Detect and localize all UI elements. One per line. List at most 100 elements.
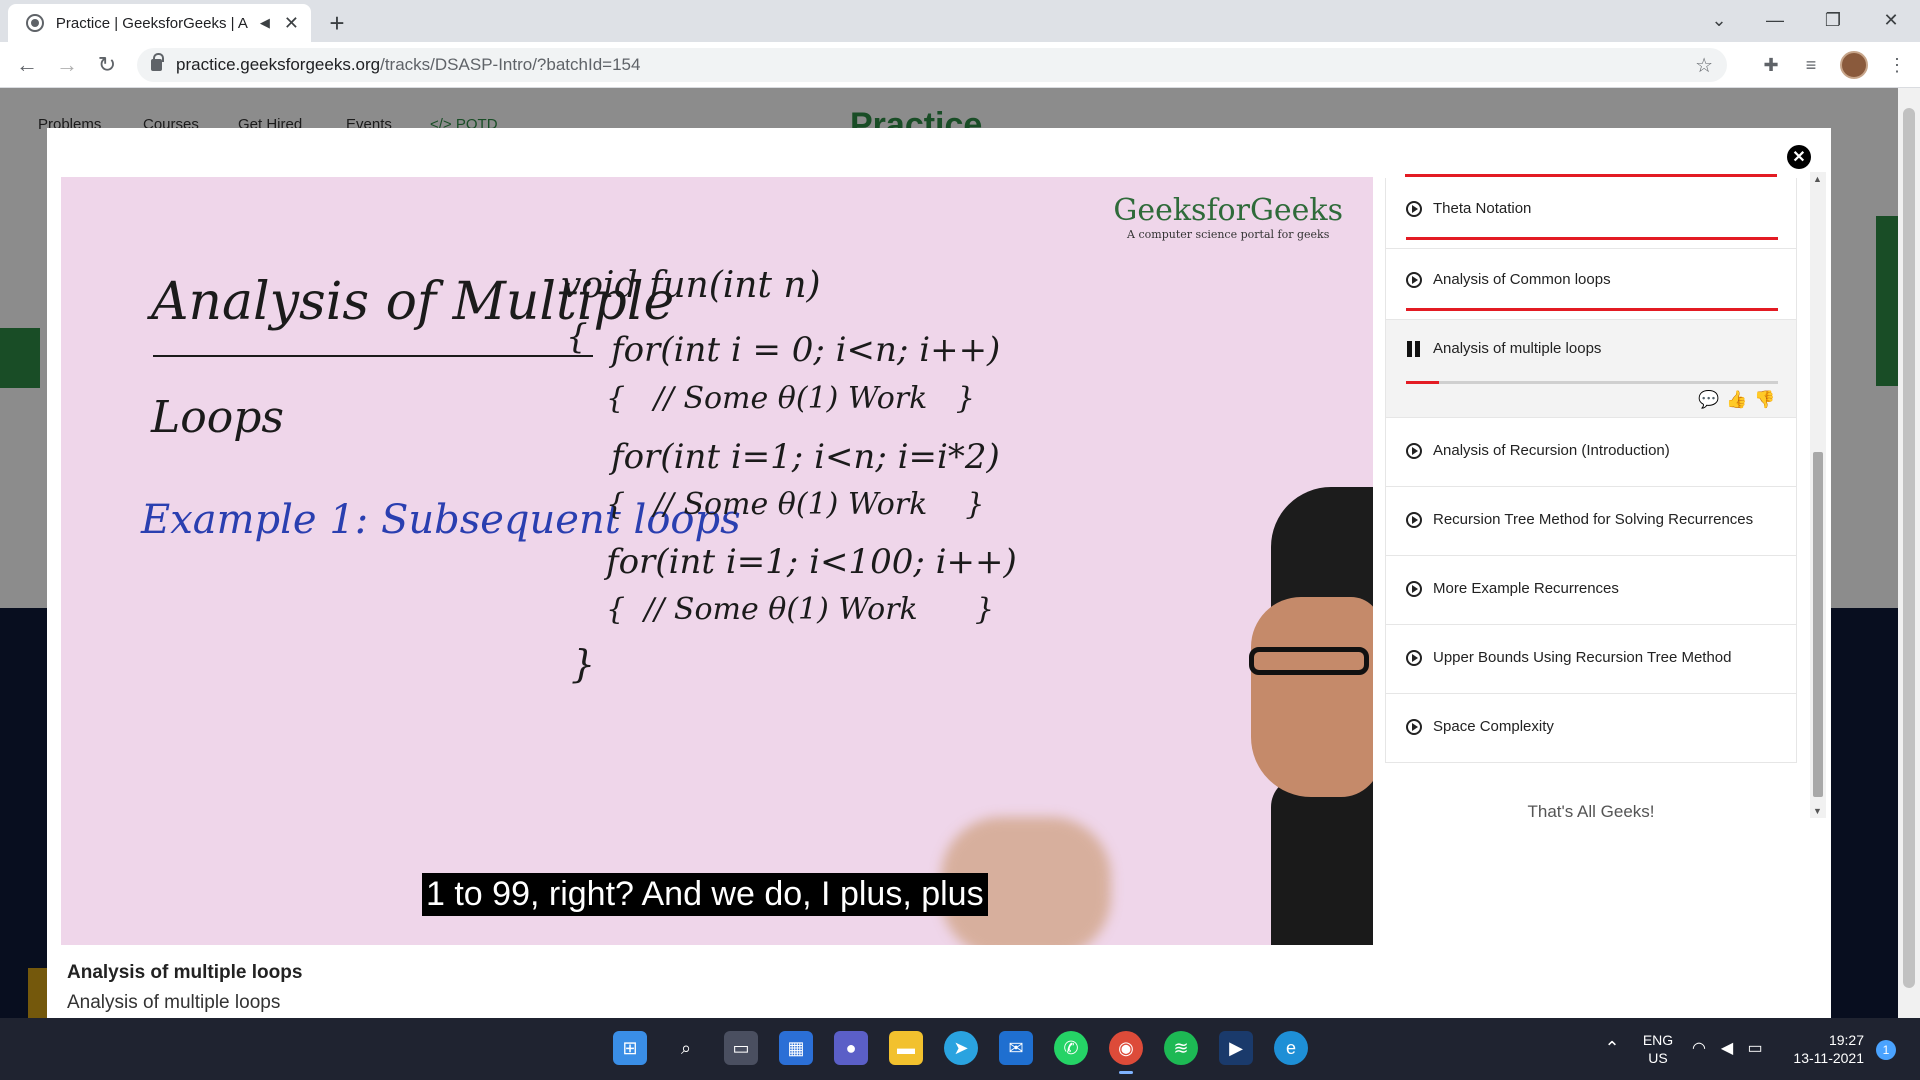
- video-player[interactable]: GeeksforGeeks A computer science portal …: [61, 177, 1373, 945]
- clock-time: 19:27: [1828, 1032, 1864, 1048]
- playback-progress-track[interactable]: [1406, 381, 1778, 384]
- prime-video-icon[interactable]: ▶: [1219, 1031, 1253, 1065]
- video-title: Analysis of multiple loops: [67, 962, 303, 983]
- watermark-subtitle: A computer science portal for geeks: [1127, 228, 1330, 241]
- playlist-item[interactable]: Analysis of Common loops: [1385, 249, 1797, 320]
- speaker-icon[interactable]: ◀︎: [260, 15, 270, 31]
- wifi-icon[interactable]: ◠: [1686, 1031, 1712, 1065]
- url-host: practice.geeksforgeeks.org: [176, 55, 381, 74]
- thumbs-down-icon[interactable]: 👎: [1754, 390, 1776, 410]
- watched-progress-bar: [1406, 237, 1778, 240]
- extensions-icon[interactable]: ✚: [1758, 52, 1784, 78]
- page-scrollbar[interactable]: [1898, 88, 1920, 1018]
- media-control-icon[interactable]: ≡: [1798, 52, 1824, 78]
- browser-tab-strip: Practice | GeeksforGeeks | A ◀︎ ✕ + ⌄ — …: [0, 0, 1920, 42]
- playlist-item[interactable]: More Example Recurrences: [1385, 556, 1797, 625]
- telegram-icon[interactable]: ➤: [944, 1031, 978, 1065]
- thumbs-up-icon[interactable]: 👍: [1726, 390, 1748, 410]
- code-line: { // Some θ(1) Work }: [606, 487, 985, 522]
- code-line: { // Some θ(1) Work }: [606, 381, 975, 416]
- file-explorer-icon[interactable]: ▬: [889, 1031, 923, 1065]
- lock-icon[interactable]: [151, 53, 164, 71]
- playback-progress-fill: [1406, 381, 1440, 384]
- playlist-item[interactable]: Upper Bounds Using Recursion Tree Method: [1385, 625, 1797, 694]
- playlist-item-label: Analysis of Common loops: [1433, 271, 1611, 288]
- region-code: US: [1648, 1050, 1668, 1066]
- play-circle-icon: [1406, 580, 1422, 597]
- playlist-end-message: That's All Geeks!: [1527, 802, 1655, 821]
- reload-icon[interactable]: ↻: [92, 50, 122, 80]
- gfg-watermark: GeeksforGeeks A computer science portal …: [1113, 193, 1343, 241]
- board-title-line2: Loops: [151, 392, 284, 443]
- windows-start-icon[interactable]: ⊞: [613, 1031, 647, 1065]
- back-icon[interactable]: ←: [12, 50, 42, 80]
- playlist-scrollbar[interactable]: ▲ ▼: [1810, 172, 1826, 818]
- chrome-icon[interactable]: ◉: [1109, 1031, 1143, 1074]
- address-bar[interactable]: practice.geeksforgeeks.org/tracks/DSASP-…: [137, 48, 1727, 82]
- profile-avatar[interactable]: [1840, 51, 1868, 79]
- code-line: for(int i=1; i<100; i++): [606, 542, 1017, 582]
- video-subtitle: Analysis of multiple loops: [67, 992, 281, 1013]
- presenter: [1241, 477, 1373, 945]
- code-line: for(int i = 0; i<n; i++): [611, 330, 1001, 370]
- battery-icon[interactable]: ▭: [1742, 1031, 1768, 1065]
- code-line: }: [571, 642, 596, 686]
- code-line: for(int i=1; i<n; i=i*2): [611, 437, 1000, 477]
- task-view-icon[interactable]: ▭: [724, 1031, 758, 1065]
- playlist-item[interactable]: Space Complexity: [1385, 694, 1797, 763]
- whatsapp-icon[interactable]: ✆: [1054, 1031, 1088, 1065]
- code-line: { // Some θ(1) Work }: [606, 592, 995, 627]
- board-underline: [153, 355, 593, 357]
- close-tab-icon[interactable]: ✕: [284, 13, 299, 34]
- new-tab-button[interactable]: +: [322, 8, 352, 38]
- code-line: void fun(int n): [561, 265, 821, 306]
- widgets-icon[interactable]: ▦: [779, 1031, 813, 1065]
- playlist-scrollbar-thumb[interactable]: [1813, 452, 1823, 797]
- teams-chat-icon[interactable]: ●: [834, 1031, 868, 1065]
- volume-icon[interactable]: ◀: [1714, 1031, 1740, 1065]
- scroll-down-arrow-icon[interactable]: ▼: [1813, 806, 1822, 816]
- globe-icon: [26, 14, 44, 32]
- play-circle-icon: [1406, 718, 1422, 735]
- mail-icon[interactable]: ✉: [999, 1031, 1033, 1065]
- bookmark-star-icon[interactable]: ☆: [1695, 53, 1713, 78]
- tab-search-icon[interactable]: ⌄: [1696, 4, 1742, 36]
- close-modal-icon[interactable]: ✕: [1787, 145, 1811, 169]
- playlist-item-label: Theta Notation: [1433, 200, 1532, 217]
- close-window-button[interactable]: ✕: [1868, 4, 1914, 36]
- tray-chevron-icon[interactable]: ⌃: [1595, 1031, 1629, 1065]
- edge-icon[interactable]: e: [1274, 1031, 1308, 1065]
- comment-icon[interactable]: 💬: [1698, 390, 1720, 410]
- playlist-item[interactable]: Analysis of Recursion (Introduction): [1385, 418, 1797, 487]
- browser-tab[interactable]: Practice | GeeksforGeeks | A ◀︎ ✕: [8, 4, 311, 42]
- item-actions: 💬 👍 👎: [1698, 390, 1776, 410]
- watched-progress-bar: [1406, 308, 1778, 311]
- url-path: /tracks/DSASP-Intro/?batchId=154: [380, 55, 641, 74]
- language-code: ENG: [1642, 1032, 1674, 1048]
- forward-icon[interactable]: →: [52, 50, 82, 80]
- playlist-item-label: Space Complexity: [1433, 718, 1554, 735]
- system-clock[interactable]: 19:27 13-11-2021: [1788, 1031, 1864, 1067]
- browser-toolbar: ← → ↻ practice.geeksforgeeks.org/tracks/…: [0, 42, 1920, 88]
- code-line: {: [566, 317, 588, 357]
- spotify-icon[interactable]: ≋: [1164, 1031, 1198, 1065]
- menu-dots-icon[interactable]: ⋮: [1884, 52, 1910, 78]
- playlist-item[interactable]: Recursion Tree Method for Solving Recurr…: [1385, 487, 1797, 556]
- page-scrollbar-thumb[interactable]: [1903, 108, 1915, 988]
- playlist-item-label: Upper Bounds Using Recursion Tree Method: [1433, 649, 1732, 666]
- scroll-up-arrow-icon[interactable]: ▲: [1813, 174, 1822, 184]
- playlist: Theta Notation Analysis of Common loops …: [1385, 170, 1797, 775]
- search-icon[interactable]: ⌕: [669, 1031, 703, 1065]
- playlist-item-active[interactable]: Analysis of multiple loops 💬 👍 👎: [1385, 320, 1797, 418]
- minimize-button[interactable]: —: [1752, 4, 1798, 36]
- play-circle-icon: [1406, 649, 1422, 666]
- video-caption: 1 to 99, right? And we do, I plus, plus: [422, 873, 988, 916]
- clock-date: 13-11-2021: [1793, 1050, 1864, 1066]
- pause-icon: [1406, 340, 1422, 357]
- tab-title: Practice | GeeksforGeeks | A: [55, 14, 248, 32]
- language-indicator[interactable]: ENG US: [1640, 1031, 1676, 1067]
- playlist-item[interactable]: Theta Notation: [1385, 178, 1797, 249]
- maximize-button[interactable]: ❐: [1810, 4, 1856, 36]
- notification-badge[interactable]: 1: [1876, 1040, 1896, 1060]
- play-circle-icon: [1406, 442, 1422, 459]
